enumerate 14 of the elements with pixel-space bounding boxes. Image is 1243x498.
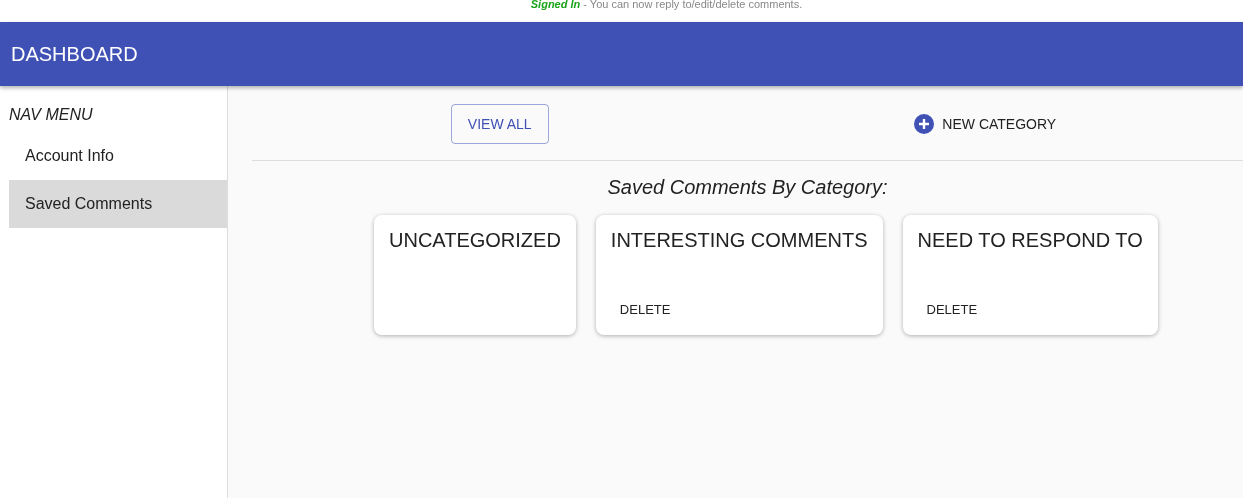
new-category-button[interactable]: NEW CATEGORY (906, 109, 1065, 138)
category-title: UNCATEGORIZED (389, 229, 561, 252)
nav-heading: NAV MENU (9, 106, 94, 124)
delete-button[interactable]: DELETE (610, 296, 680, 323)
section-title: Saved Comments By Category: (606, 176, 889, 199)
nav-item[interactable]: Account Info (9, 132, 227, 180)
category-title: INTERESTING COMMENTS (610, 229, 868, 252)
signed-in-notice: Signed In - You can now reply to/edit/delete comments. (529, 0, 803, 8)
add-icon (914, 113, 935, 134)
nav-item[interactable]: Saved Comments (9, 180, 227, 228)
delete-button[interactable]: DELETE (917, 296, 987, 323)
view-all-button[interactable]: VIEW ALL (450, 103, 549, 144)
app-title: DASHBOARD (11, 42, 138, 66)
category-title: NEED TO RESPOND TO (917, 229, 1143, 252)
